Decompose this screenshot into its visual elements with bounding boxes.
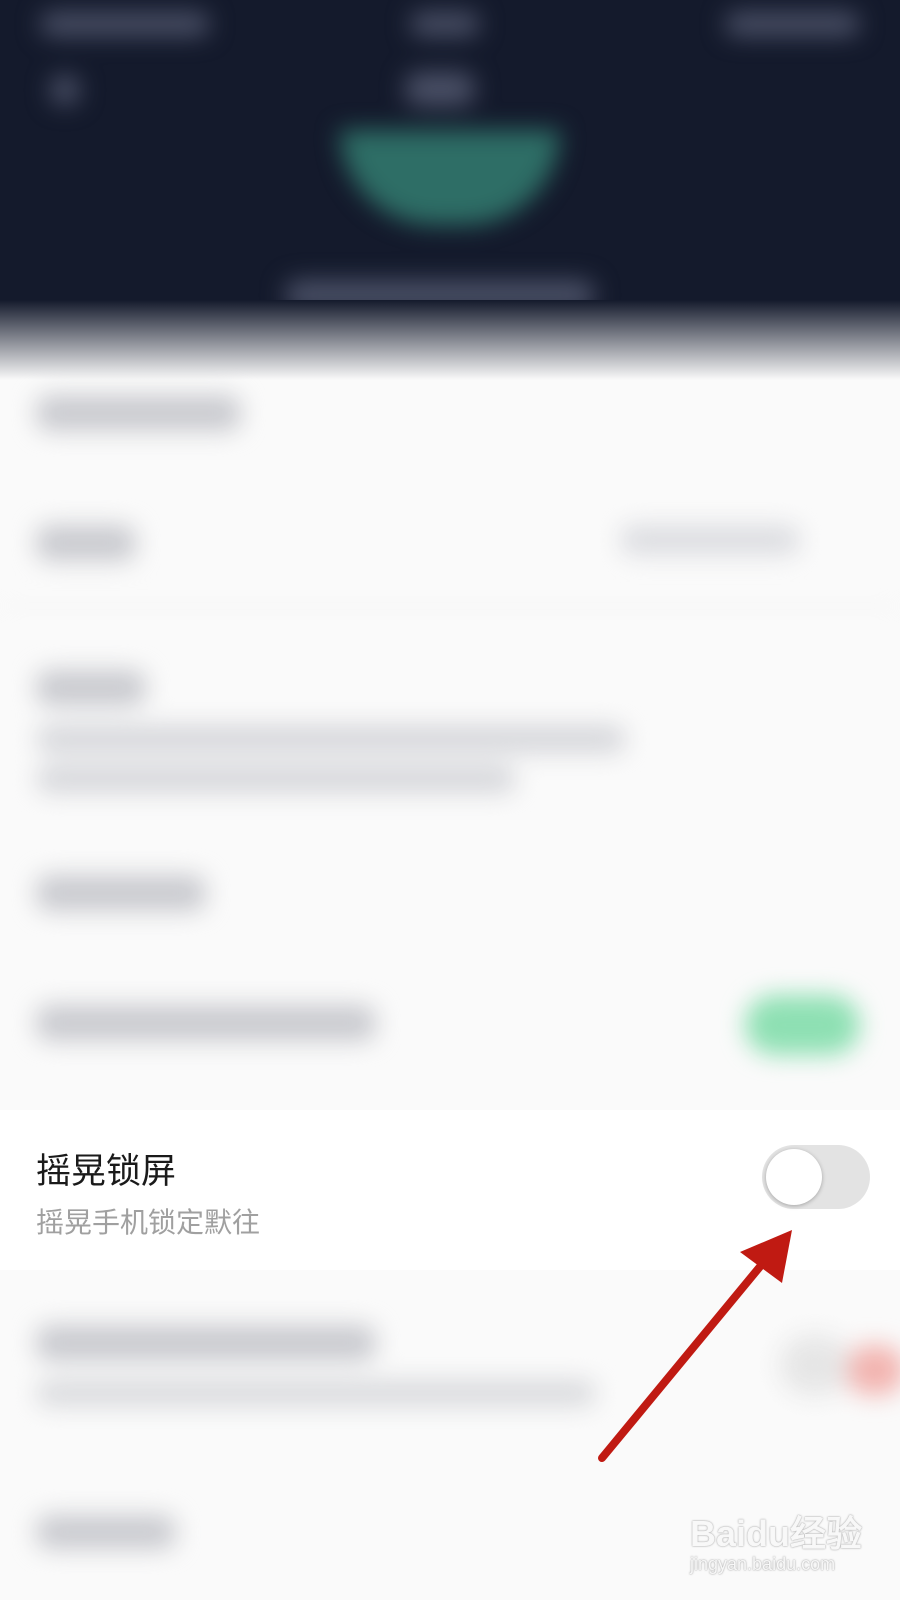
watermark-url: jingyan.baidu.com <box>690 1554 836 1574</box>
watermark-brand: Baidu经验 <box>690 1513 863 1554</box>
blurred-settings-list <box>0 345 900 1600</box>
shake-lock-toggle[interactable] <box>762 1145 870 1209</box>
blurred-header <box>0 0 900 345</box>
shake-lock-subtitle: 摇晃手机锁定默往 <box>36 1206 261 1239</box>
toggle-knob <box>766 1149 822 1205</box>
app-logo <box>340 130 560 225</box>
shake-lock-title: 摇晃锁屏 <box>36 1152 177 1192</box>
baidu-jingyan-watermark: Baidu经验 jingyan.baidu.com <box>690 1515 862 1575</box>
